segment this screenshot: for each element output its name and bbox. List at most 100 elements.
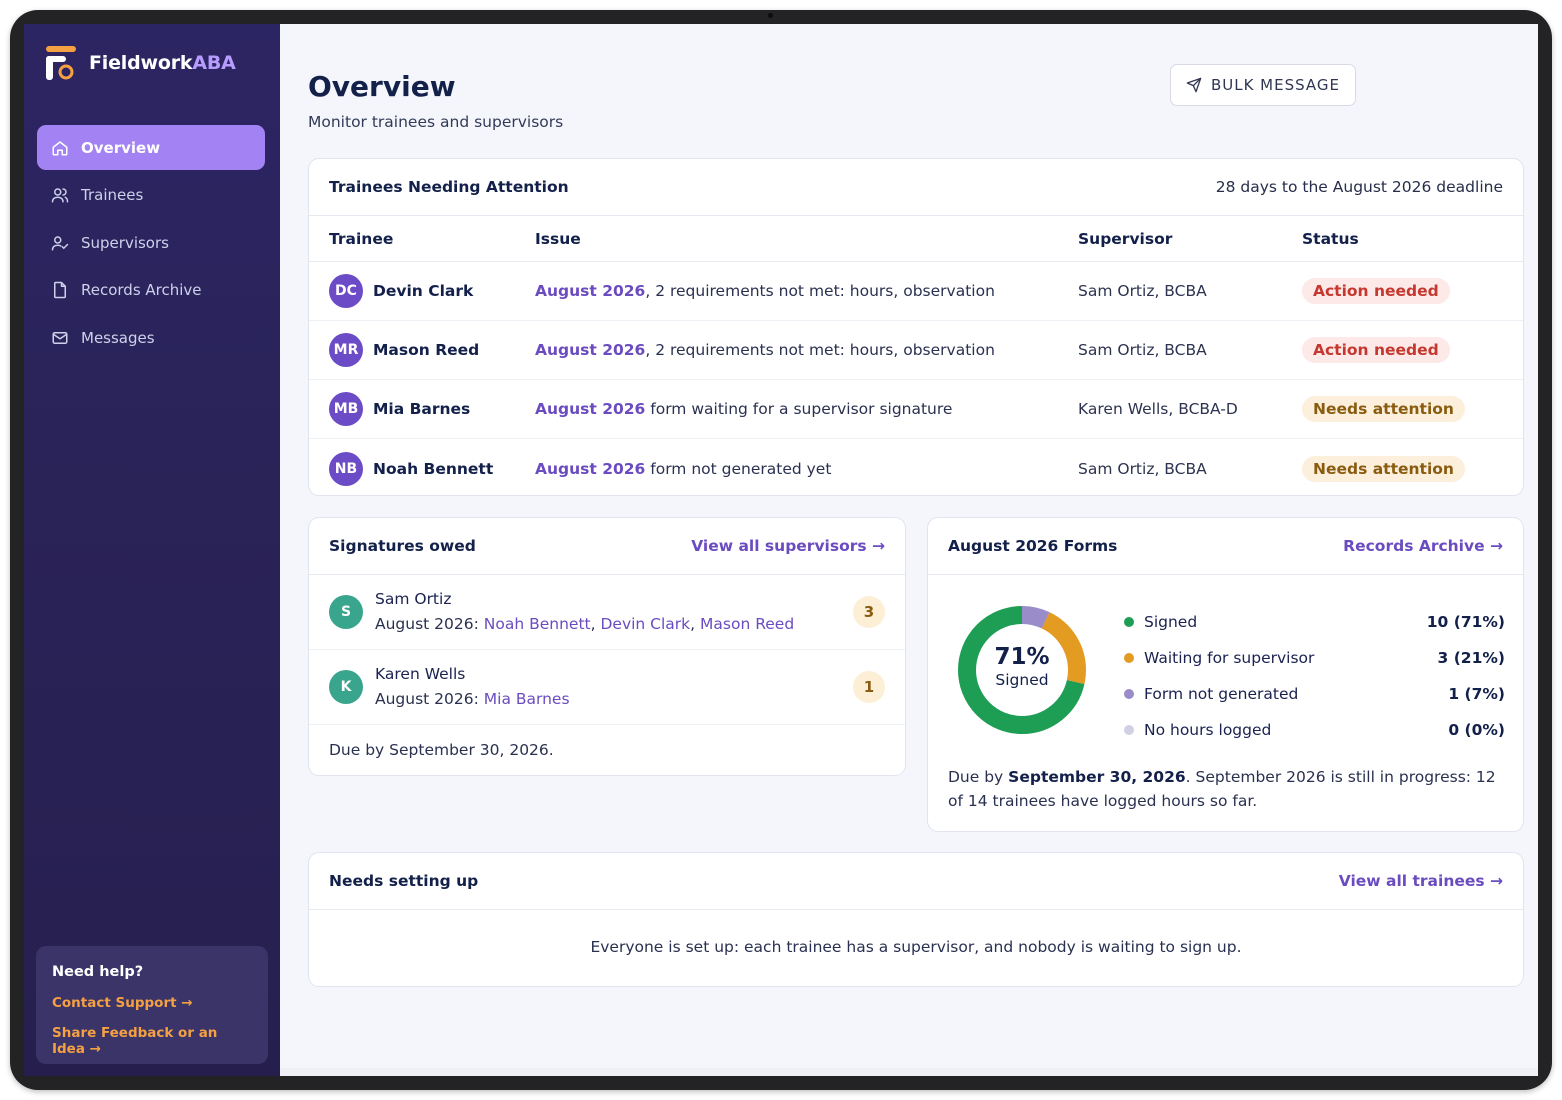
supervisor-name: Karen Wells <box>375 665 466 683</box>
due-date-text: Due by September 30, 2026. <box>329 741 554 759</box>
send-icon <box>1186 77 1202 93</box>
period-link[interactable]: August 2026 <box>535 341 645 359</box>
list-item[interactable]: K Karen Wells August 2026: Mia Barnes 1 <box>309 650 905 725</box>
legend-dot <box>1124 689 1134 699</box>
legend-item: Waiting for supervisor 3 (21%) <box>1124 640 1505 676</box>
status-badge: Needs attention <box>1302 455 1465 482</box>
issue-text: , 2 requirements not met: hours, observa… <box>645 282 995 300</box>
records-archive-link[interactable]: Records Archive → <box>1343 537 1503 555</box>
donut-label: Signed <box>995 671 1049 689</box>
avatar: K <box>329 670 363 704</box>
list-item[interactable]: S Sam Ortiz August 2026: Noah Bennett, D… <box>309 575 905 650</box>
legend-label: Signed <box>1144 613 1198 631</box>
help-title: Need help? <box>52 964 144 980</box>
sidebar-item-label: Supervisors <box>81 233 169 252</box>
trainee-link[interactable]: Mia Barnes <box>484 690 570 708</box>
user-check-icon <box>51 235 69 250</box>
trainee-link[interactable]: Noah Bennett <box>484 615 591 633</box>
logo-mark-icon <box>46 46 76 80</box>
table-body: DC Devin Clark August 2026, 2 requirement… <box>309 262 1523 498</box>
avatar: MB <box>329 392 363 426</box>
legend-value: 1 (7%) <box>1448 685 1505 703</box>
card-header: Needs setting up View all trainees → <box>309 853 1523 910</box>
due-date: September 30, 2026 <box>1008 768 1186 786</box>
sidebar-item-label: Records Archive <box>81 281 202 299</box>
contact-support-link[interactable]: Contact Support → <box>52 995 252 1011</box>
bottom-strip <box>280 1068 1538 1076</box>
device-frame: FieldworkABA Overview Trainees Superviso… <box>10 10 1552 1090</box>
issue-text: , 2 requirements not met: hours, observa… <box>645 341 995 359</box>
legend-label: Form not generated <box>1144 685 1299 703</box>
brand-name-main: Fieldwork <box>89 52 193 74</box>
period-link[interactable]: August 2026 <box>535 282 645 300</box>
sidebar-item-label: Overview <box>81 138 161 157</box>
deadline-text: 28 days to the August 2026 deadline <box>1215 178 1503 196</box>
status-badge: Needs attention <box>1302 396 1465 422</box>
table-row[interactable]: DC Devin Clark August 2026, 2 requirement… <box>309 262 1523 321</box>
avatar: MR <box>329 333 363 367</box>
app-screen: FieldworkABA Overview Trainees Superviso… <box>24 24 1538 1076</box>
period-prefix: August 2026: <box>375 690 484 708</box>
share-feedback-link[interactable]: Share Feedback or an Idea → <box>52 1025 252 1057</box>
supervisor-name: Sam Ortiz, BCBA <box>1078 341 1207 359</box>
main-content: Overview Monitor trainees and supervisor… <box>280 24 1538 1076</box>
column-header-issue: Issue <box>535 229 581 248</box>
card-title: Needs setting up <box>329 872 479 890</box>
sidebar-item-messages[interactable]: Messages <box>37 315 265 360</box>
legend-item: Form not generated 1 (7%) <box>1124 676 1505 712</box>
table-row[interactable]: MR Mason Reed August 2026, 2 requirements… <box>309 321 1523 380</box>
legend-value: 0 (0%) <box>1448 721 1505 739</box>
table-header: Trainee Issue Supervisor Status <box>309 216 1523 262</box>
sidebar-item-trainees[interactable]: Trainees <box>37 173 265 218</box>
status-badge: Action needed <box>1302 278 1450 304</box>
signatures-owed-card: Signatures owed View all supervisors → S… <box>308 517 906 776</box>
trainees-attention-card: Trainees Needing Attention 28 days to th… <box>308 158 1524 496</box>
forms-due-text: Due by September 30, 2026. September 202… <box>948 765 1508 813</box>
table-row[interactable]: MB Mia Barnes August 2026 form waiting fo… <box>309 380 1523 439</box>
sidebar-item-supervisors[interactable]: Supervisors <box>37 220 265 265</box>
issue-text: form not generated yet <box>645 459 832 478</box>
donut-percent: 71% <box>994 644 1050 670</box>
status-badge: Action needed <box>1302 337 1450 363</box>
help-panel: Need help? Contact Support → Share Feedb… <box>36 946 268 1064</box>
sidebar-item-overview[interactable]: Overview <box>37 125 265 170</box>
view-all-supervisors-link[interactable]: View all supervisors → <box>691 537 885 555</box>
sidebar-item-records-archive[interactable]: Records Archive <box>37 268 265 313</box>
period-prefix: August 2026: <box>375 615 484 633</box>
period-link[interactable]: August 2026 <box>535 460 645 478</box>
brand-logo[interactable]: FieldworkABA <box>46 46 236 80</box>
trainee-link[interactable]: Mason Reed <box>700 615 794 633</box>
card-header: Trainees Needing Attention 28 days to th… <box>309 159 1523 216</box>
page-title: Overview <box>308 70 456 103</box>
trainee-link[interactable]: Devin Clark <box>600 615 690 633</box>
trainee-name[interactable]: Noah Bennett <box>373 460 493 478</box>
column-header-status: Status <box>1302 229 1359 248</box>
users-icon <box>51 188 69 203</box>
count-badge: 3 <box>853 596 885 628</box>
trainee-name[interactable]: Mason Reed <box>373 341 479 359</box>
bulk-message-label: BULK MESSAGE <box>1210 76 1341 94</box>
needs-setting-up-card: Needs setting up View all trainees → Eve… <box>308 852 1524 987</box>
period-link[interactable]: August 2026 <box>535 400 645 418</box>
brand-name: FieldworkABA <box>89 52 236 74</box>
column-header-trainee: Trainee <box>329 229 394 248</box>
home-icon <box>52 140 68 155</box>
legend-label: No hours logged <box>1144 721 1272 739</box>
legend-value: 10 (71%) <box>1426 613 1505 631</box>
sidebar: FieldworkABA Overview Trainees Superviso… <box>24 24 280 1076</box>
bulk-message-button[interactable]: BULK MESSAGE <box>1170 64 1356 106</box>
trainee-name[interactable]: Mia Barnes <box>373 400 470 418</box>
forms-donut-chart <box>958 606 1086 734</box>
forms-legend: Signed 10 (71%) Waiting for supervisor 3… <box>1124 604 1505 748</box>
card-header: Signatures owed View all supervisors → <box>309 518 905 575</box>
trainee-name[interactable]: Devin Clark <box>373 282 473 300</box>
issue-text: form waiting for a supervisor signature <box>645 400 953 418</box>
legend-label: Waiting for supervisor <box>1144 649 1315 667</box>
view-all-trainees-link[interactable]: View all trainees → <box>1339 872 1503 890</box>
sidebar-item-label: Trainees <box>81 186 144 204</box>
legend-item: No hours logged 0 (0%) <box>1124 712 1505 748</box>
page-subtitle: Monitor trainees and supervisors <box>308 113 564 131</box>
table-row[interactable]: NB Noah Bennett August 2026 form not gene… <box>309 439 1523 498</box>
supervisor-name: Sam Ortiz, BCBA <box>1078 282 1207 300</box>
avatar: NB <box>329 451 363 486</box>
